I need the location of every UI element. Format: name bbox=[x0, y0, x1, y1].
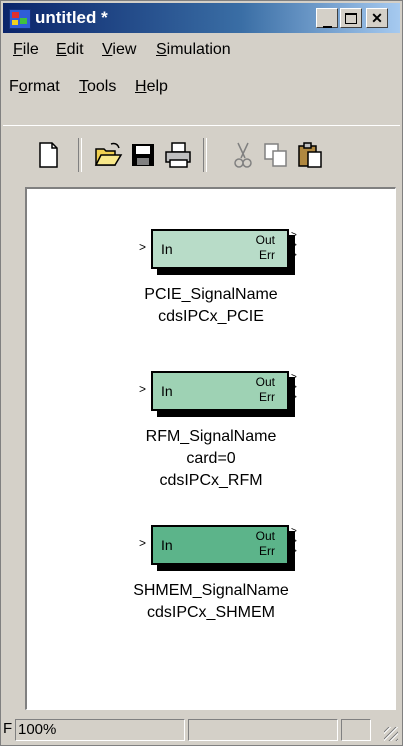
menu-tools[interactable]: Tools bbox=[79, 78, 116, 96]
block-type: cdsIPCx_SHMEM bbox=[146, 604, 276, 621]
output-port-label: Out bbox=[255, 375, 275, 389]
error-port-label: Err bbox=[259, 544, 275, 558]
block-type: cdsIPCx_PCIE bbox=[158, 308, 264, 325]
zoom-level: 100% bbox=[15, 719, 185, 741]
maximize-icon bbox=[345, 13, 357, 24]
open-button[interactable] bbox=[93, 140, 123, 170]
menu-edit[interactable]: Edit bbox=[56, 41, 84, 59]
menu-view[interactable]: View bbox=[102, 41, 136, 59]
save-button[interactable] bbox=[128, 140, 158, 170]
close-icon: ✕ bbox=[371, 10, 383, 26]
block-type: cdsIPCx_RFM bbox=[159, 472, 263, 489]
minimize-button[interactable] bbox=[316, 8, 338, 28]
ipc-block-pcie[interactable]: In Out Err bbox=[151, 229, 289, 269]
cut-button[interactable] bbox=[228, 140, 258, 170]
status-pane bbox=[341, 719, 371, 741]
copy-button[interactable] bbox=[261, 140, 291, 170]
model-canvas[interactable]: In Out Err > > > > PCIE_SignalName cdsIPCx… bbox=[25, 187, 396, 710]
paste-button[interactable] bbox=[295, 140, 325, 170]
copy-icon bbox=[264, 143, 287, 167]
input-port-arrow-icon[interactable]: > bbox=[139, 536, 146, 550]
input-port-label: In bbox=[161, 537, 173, 553]
title-bar[interactable]: untitled * ✕ bbox=[3, 3, 400, 33]
maximize-button[interactable] bbox=[340, 8, 362, 28]
menu-file[interactable]: File bbox=[13, 41, 39, 59]
cut-icon bbox=[234, 142, 252, 168]
output-port-label: Out bbox=[255, 529, 275, 543]
toolbar-separator bbox=[203, 138, 207, 172]
minimize-icon bbox=[322, 26, 332, 28]
input-port-arrow-icon[interactable]: > bbox=[139, 382, 146, 396]
block-name[interactable]: RFM_SignalName bbox=[27, 426, 395, 448]
paste-icon bbox=[298, 142, 322, 168]
output-port-arrow-icon[interactable]: > > > bbox=[291, 527, 297, 557]
resize-grip-icon[interactable] bbox=[384, 727, 398, 741]
input-port-label: In bbox=[161, 241, 173, 257]
toolbar bbox=[3, 125, 400, 186]
block-name[interactable]: PCIE_SignalName bbox=[27, 284, 395, 306]
toolbar-separator bbox=[78, 138, 82, 172]
ipc-block-rfm[interactable]: In Out Err bbox=[151, 371, 289, 411]
status-pane bbox=[188, 719, 338, 741]
input-port-arrow-icon[interactable]: > bbox=[139, 240, 146, 254]
new-icon bbox=[39, 142, 58, 168]
output-port-label: Out bbox=[255, 233, 275, 247]
ipc-block-shmem[interactable]: In Out Err bbox=[151, 525, 289, 565]
block-param: card=0 bbox=[186, 450, 236, 467]
error-port-label: Err bbox=[259, 390, 275, 404]
error-port-label: Err bbox=[259, 248, 275, 262]
model-icon[interactable] bbox=[9, 9, 31, 29]
save-icon bbox=[132, 144, 154, 166]
new-button[interactable] bbox=[33, 140, 63, 170]
print-icon bbox=[165, 142, 191, 168]
menu-format[interactable]: Format bbox=[9, 78, 60, 96]
output-port-arrow-icon[interactable]: > > > bbox=[291, 373, 297, 403]
window-title: untitled * bbox=[35, 8, 108, 27]
status-bar: F 100% bbox=[3, 717, 400, 743]
print-button[interactable] bbox=[163, 140, 193, 170]
output-port-arrow-icon[interactable]: > > > bbox=[291, 231, 297, 261]
open-icon bbox=[94, 142, 123, 166]
input-port-label: In bbox=[161, 383, 173, 399]
block-name[interactable]: SHMEM_SignalName bbox=[27, 580, 395, 602]
simulink-window: untitled * ✕ File Edit View Simulation F… bbox=[0, 0, 403, 746]
menu-help[interactable]: Help bbox=[135, 78, 168, 96]
menu-bar: File Edit View Simulation Format Tools H… bbox=[3, 35, 400, 121]
menu-simulation[interactable]: Simulation bbox=[156, 41, 231, 59]
close-button[interactable]: ✕ bbox=[366, 8, 388, 28]
